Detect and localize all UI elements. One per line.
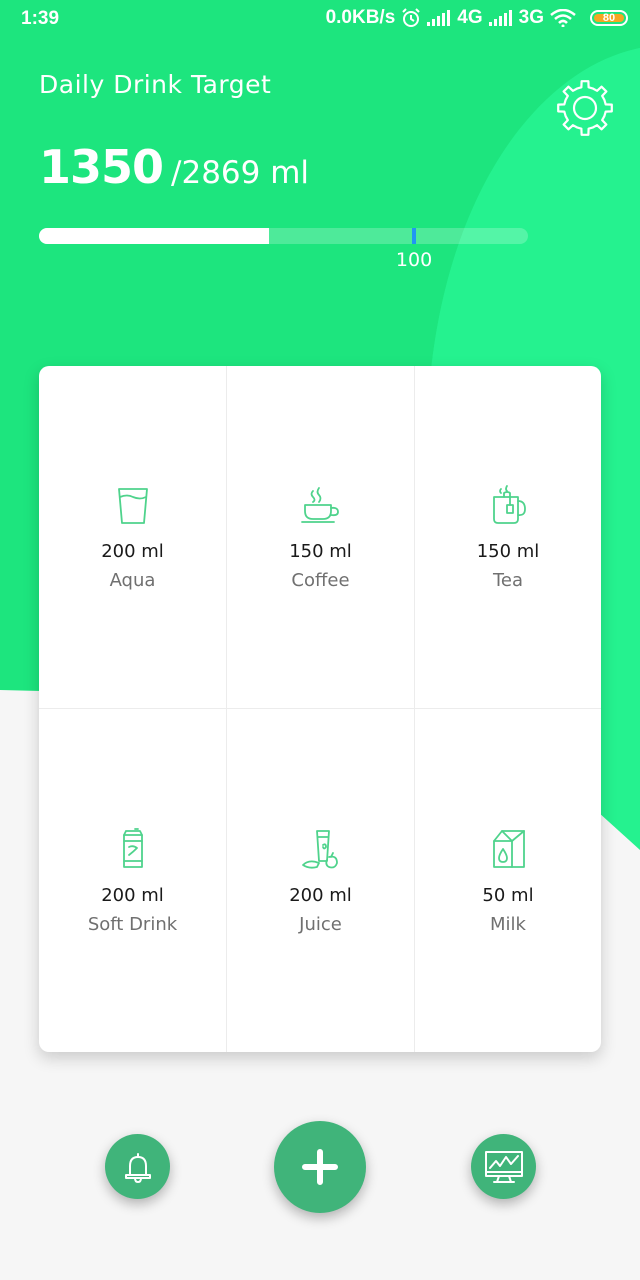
drink-cell-tea[interactable]: 150 ml Tea: [415, 366, 601, 709]
signal-icon: [427, 10, 451, 26]
progress-marker: [412, 228, 417, 244]
drink-amount: 150 ml: [289, 541, 352, 562]
status-bar: 1:39 0.0KB/s 4G 3G 80: [0, 0, 640, 40]
battery-level: 80: [602, 12, 616, 24]
gear-icon[interactable]: [555, 78, 615, 138]
milk-carton-icon: [493, 829, 525, 868]
alarm-icon: [402, 8, 420, 27]
network-3g: 3G: [518, 7, 544, 28]
drink-amount: 50 ml: [482, 884, 534, 906]
progress-bar: [39, 228, 528, 244]
drink-name: Milk: [490, 913, 526, 935]
chart-monitor-icon: [484, 1150, 523, 1183]
glass-icon: [117, 488, 148, 524]
drink-name: Soft Drink: [87, 913, 178, 935]
page-title: Daily Drink Target: [39, 70, 272, 99]
progress-fill: [39, 228, 269, 244]
drink-amount: 150 ml: [476, 541, 540, 562]
drink-cell-coffee[interactable]: 150 ml Coffee: [227, 366, 415, 709]
tea-mug-icon: [493, 485, 526, 524]
drink-cell-juice[interactable]: 200 ml Juice: [227, 709, 415, 1052]
status-time: 1:39: [21, 8, 60, 29]
drink-cell-milk[interactable]: 50 ml Milk: [415, 709, 601, 1052]
drink-amount: 200 ml: [289, 884, 352, 906]
network-4g: 4G: [457, 7, 483, 28]
juice-icon: [301, 829, 338, 869]
battery-icon: 80: [590, 10, 628, 26]
drink-amount: 200 ml: [101, 541, 164, 562]
progress-marker-label: 100: [395, 249, 433, 271]
current-intake: 1350: [39, 140, 164, 194]
status-indicators: 0.0KB/s 4G 3G 80: [326, 7, 628, 29]
drink-name: Coffee: [291, 570, 350, 591]
bell-icon: [124, 1152, 151, 1183]
drink-grid: 200 ml Aqua 150 ml Coffee 150 ml Tea 200…: [39, 366, 601, 1052]
drink-name: Tea: [492, 570, 524, 591]
plus-icon: [302, 1149, 338, 1185]
coffee-cup-icon: [300, 487, 339, 523]
intake-amount: 1350 /2869 ml: [39, 140, 309, 194]
drink-name: Aqua: [109, 570, 156, 591]
target-intake: /2869 ml: [171, 155, 310, 191]
network-speed: 0.0KB/s: [325, 7, 396, 28]
drink-amount: 200 ml: [101, 884, 164, 906]
soda-can-icon: [122, 827, 143, 868]
drink-name: Juice: [299, 913, 342, 935]
wifi-icon: [550, 9, 576, 27]
reminder-button[interactable]: [105, 1134, 170, 1199]
statistics-button[interactable]: [471, 1134, 536, 1199]
add-drink-button[interactable]: [274, 1121, 366, 1213]
drink-cell-soft-drink[interactable]: 200 ml Soft Drink: [39, 709, 227, 1052]
signal-icon-2: [488, 10, 512, 26]
drink-cell-aqua[interactable]: 200 ml Aqua: [39, 366, 227, 709]
